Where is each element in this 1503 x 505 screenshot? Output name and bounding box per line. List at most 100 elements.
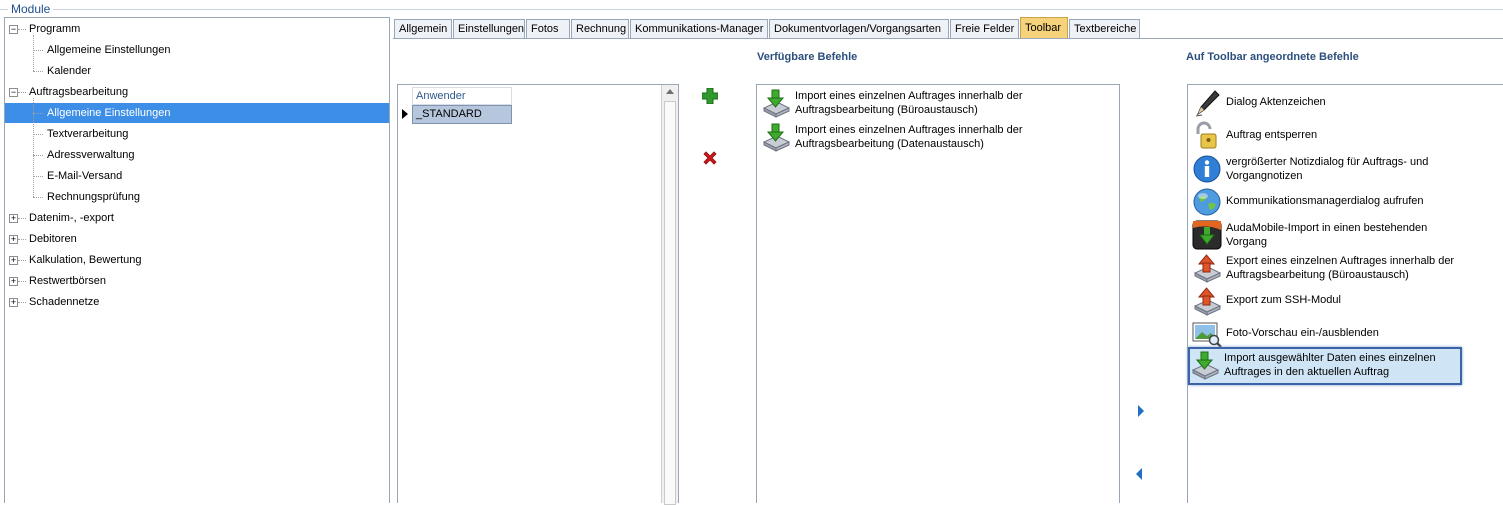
user-row[interactable]: _STANDARD xyxy=(412,105,512,124)
tree-connector xyxy=(33,134,43,135)
tree-connector xyxy=(18,218,26,219)
tab-kommunikations-manager[interactable]: Kommunikations-Manager xyxy=(630,19,768,39)
tree-connector xyxy=(18,260,26,261)
command-label: vergrößerter Notizdialog für Auftrags- u… xyxy=(1226,156,1429,182)
tree-item-label: Restwertbörsen xyxy=(29,275,107,287)
tree-item-label: E-Mail-Versand xyxy=(47,170,123,182)
tree-item[interactable]: Kalender xyxy=(5,61,389,81)
user-grid-scrollbar[interactable] xyxy=(661,85,678,505)
tree-connector xyxy=(33,35,34,71)
command-item[interactable]: Import ausgewählter Daten eines einzelne… xyxy=(1188,347,1462,385)
info-icon xyxy=(1192,154,1222,184)
collapse-icon[interactable]: − xyxy=(9,88,18,97)
tree-item[interactable]: Adressverwaltung xyxy=(5,145,389,165)
photo-preview-icon xyxy=(1192,319,1222,349)
command-item[interactable]: Export zum SSH-Modul xyxy=(1192,285,1503,316)
tree-connector xyxy=(18,281,26,282)
tree-item[interactable]: Kalkulation, Bewertung + xyxy=(5,250,389,270)
tree-item-label: Textverarbeitung xyxy=(47,128,129,140)
command-label: Export eines einzelnen Auftrages innerha… xyxy=(1226,255,1455,281)
command-item[interactable]: Import eines einzelnen Auftrages innerha… xyxy=(761,121,1121,152)
toolbar-commands-list[interactable]: Dialog Aktenzeichen Auftrag entsperren ver… xyxy=(1187,84,1503,503)
tab-dokumentvorlagen-vorgangsarten[interactable]: Dokumentvorlagen/Vorgangsarten xyxy=(769,19,949,39)
toolbar-commands-title: Auf Toolbar angeordnete Befehle xyxy=(1186,51,1359,63)
tab-rechnung[interactable]: Rechnung xyxy=(571,19,629,39)
tree-item-label: Rechnungsprüfung xyxy=(47,191,140,203)
tree-connector xyxy=(33,176,43,177)
command-label: AudaMobile-Import in einen bestehenden V… xyxy=(1226,222,1428,248)
available-commands-title: Verfügbare Befehle xyxy=(757,51,858,63)
command-label: Export zum SSH-Modul xyxy=(1226,294,1341,306)
tree-item[interactable]: Textverarbeitung xyxy=(5,124,389,144)
tab-textbereiche[interactable]: Textbereiche xyxy=(1069,19,1140,39)
tree-item[interactable]: E-Mail-Versand xyxy=(5,166,389,186)
tree-item[interactable]: Allgemeine Einstellungen xyxy=(5,40,389,60)
command-label: Import eines einzelnen Auftrages innerha… xyxy=(795,124,1023,150)
tree-item-label: Auftragsbearbeitung xyxy=(29,86,129,98)
command-label: Kommunikationsmanagerdialog aufrufen xyxy=(1226,195,1424,207)
collapse-icon[interactable]: − xyxy=(9,25,18,34)
expand-icon[interactable]: + xyxy=(9,277,18,286)
tree-item[interactable]: Datenim-, -export + xyxy=(5,208,389,228)
export-icon xyxy=(1192,253,1222,283)
import-icon xyxy=(1190,350,1220,380)
tree-connector xyxy=(18,302,26,303)
tree-item[interactable]: Auftragsbearbeitung − xyxy=(5,82,389,102)
move-left-button[interactable] xyxy=(1134,467,1144,481)
export-icon xyxy=(1192,286,1222,316)
group-border xyxy=(0,9,1503,10)
command-item[interactable]: Dialog Aktenzeichen xyxy=(1192,87,1503,117)
tree-item-label: Allgemeine Einstellungen xyxy=(47,107,171,119)
available-commands-list[interactable]: Import eines einzelnen Auftrages innerha… xyxy=(756,84,1120,503)
command-item[interactable]: Export eines einzelnen Auftrages innerha… xyxy=(1192,252,1503,283)
command-label: Auftrag entsperren xyxy=(1226,129,1318,141)
tree-item-label: Allgemeine Einstellungen xyxy=(47,44,171,56)
globe-icon xyxy=(1192,187,1222,217)
user-grid-header[interactable]: Anwender xyxy=(412,87,512,105)
import-icon xyxy=(761,88,791,118)
module-tree[interactable]: Programm − Allgemeine Einstellungen Kalende… xyxy=(4,17,390,503)
tree-connector xyxy=(33,71,43,72)
tab-einstellungen[interactable]: Einstellungen xyxy=(453,19,525,39)
tree-connector xyxy=(33,113,43,114)
tab-freie-felder[interactable]: Freie Felder xyxy=(950,19,1019,39)
tree-connector xyxy=(33,155,43,156)
tree-item[interactable]: Debitoren + xyxy=(5,229,389,249)
command-label: Import ausgewählter Daten eines einzelne… xyxy=(1224,352,1436,378)
user-grid[interactable]: Anwender _STANDARD xyxy=(397,84,679,505)
tab-allgemein[interactable]: Allgemein xyxy=(394,19,452,39)
tree-item[interactable]: Restwertbörsen + xyxy=(5,271,389,291)
tree-item[interactable]: Allgemeine Einstellungen xyxy=(5,103,389,123)
expand-icon[interactable]: + xyxy=(9,235,18,244)
plus-icon xyxy=(701,87,719,105)
tree-item-label: Schadennetze xyxy=(29,296,100,308)
move-right-button[interactable] xyxy=(1136,404,1146,418)
tab-fotos[interactable]: Fotos xyxy=(526,19,570,39)
expand-icon[interactable]: + xyxy=(9,298,18,307)
expand-icon[interactable]: + xyxy=(9,214,18,223)
pen-icon xyxy=(1192,88,1222,118)
command-label: Dialog Aktenzeichen xyxy=(1226,96,1326,108)
audamobile-icon xyxy=(1192,220,1222,250)
tree-connector xyxy=(33,50,43,51)
command-item[interactable]: vergrößerter Notizdialog für Auftrags- u… xyxy=(1192,153,1503,183)
tree-item[interactable]: Schadennetze + xyxy=(5,292,389,312)
tree-item[interactable]: Programm − xyxy=(5,19,389,39)
remove-button[interactable] xyxy=(702,150,718,166)
command-item[interactable]: Foto-Vorschau ein-/ausblenden xyxy=(1192,318,1503,348)
command-item[interactable]: Kommunikationsmanagerdialog aufrufen xyxy=(1192,186,1503,216)
tree-connector xyxy=(18,29,26,30)
command-item[interactable]: AudaMobile-Import in einen bestehenden V… xyxy=(1192,219,1503,250)
add-button[interactable] xyxy=(701,87,719,105)
command-item[interactable]: Import eines einzelnen Auftrages innerha… xyxy=(761,87,1121,118)
expand-icon[interactable]: + xyxy=(9,256,18,265)
command-item[interactable]: Auftrag entsperren xyxy=(1192,120,1503,150)
tree-connector xyxy=(18,92,26,93)
tree-item-label: Kalender xyxy=(47,65,92,77)
arrow-right-icon xyxy=(1138,405,1144,417)
scroll-up-icon[interactable] xyxy=(666,89,674,94)
scroll-thumb[interactable] xyxy=(664,101,676,505)
tab-toolbar[interactable]: Toolbar xyxy=(1020,17,1068,39)
arrow-left-icon xyxy=(1136,468,1142,480)
tree-item[interactable]: Rechnungsprüfung xyxy=(5,187,389,207)
